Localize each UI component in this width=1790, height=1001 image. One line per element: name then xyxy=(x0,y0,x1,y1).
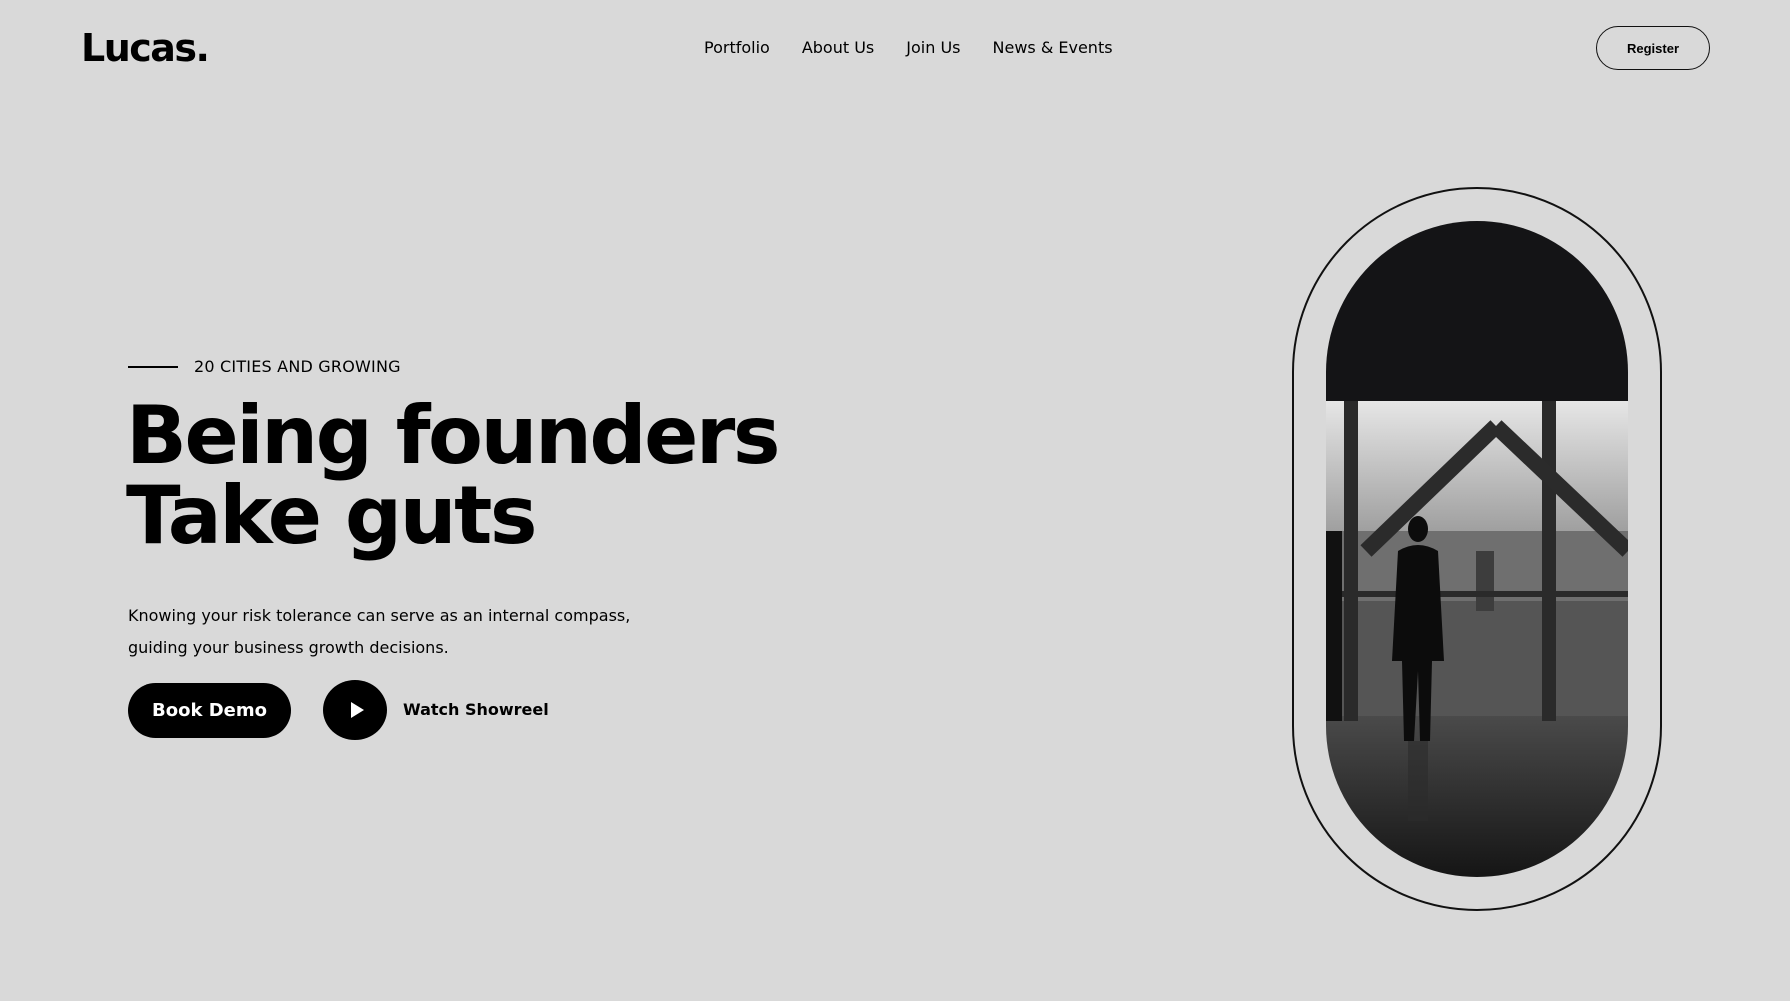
description-line-1: Knowing your risk tolerance can serve as… xyxy=(128,606,631,625)
headline-line-2: Take guts xyxy=(126,469,537,562)
book-demo-button[interactable]: Book Demo xyxy=(128,683,291,738)
nav-portfolio[interactable]: Portfolio xyxy=(704,38,770,57)
hero-eyebrow: 20 CITIES AND GROWING xyxy=(128,357,401,376)
landing-page: Lucas. Portfolio About Us Join Us News &… xyxy=(0,0,1790,1001)
description-line-2: guiding your business growth decisions. xyxy=(128,638,449,657)
headline-line-1: Being founders xyxy=(126,389,781,482)
watch-showreel-link[interactable]: Watch Showreel xyxy=(403,700,549,719)
hero-headline: Being founders Take guts xyxy=(126,389,781,562)
play-showreel-button[interactable] xyxy=(323,680,387,740)
nav-about-us[interactable]: About Us xyxy=(802,38,874,57)
eyebrow-text: 20 CITIES AND GROWING xyxy=(194,357,401,376)
main-nav: Portfolio About Us Join Us News & Events xyxy=(704,38,1113,57)
register-button[interactable]: Register xyxy=(1596,26,1710,70)
hero-description: Knowing your risk tolerance can serve as… xyxy=(128,600,648,664)
brand-logo[interactable]: Lucas. xyxy=(81,26,210,70)
nav-news-events[interactable]: News & Events xyxy=(993,38,1113,57)
city-skyline-photo xyxy=(1326,221,1628,877)
nav-join-us[interactable]: Join Us xyxy=(906,38,960,57)
eyebrow-divider xyxy=(128,365,178,368)
play-icon xyxy=(350,702,364,718)
